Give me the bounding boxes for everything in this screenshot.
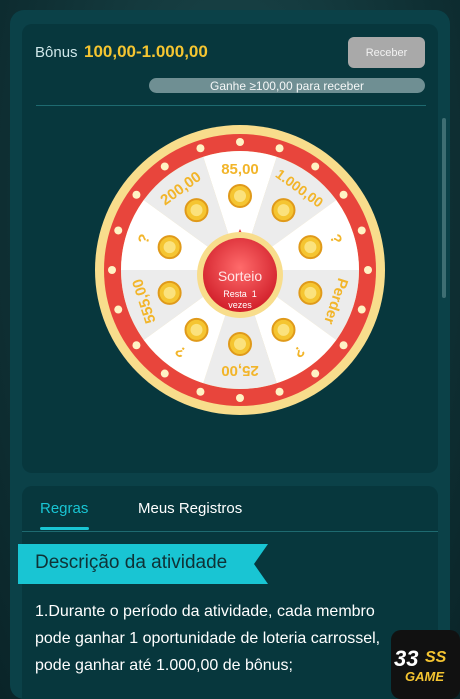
tab-rules[interactable]: Regras: [40, 500, 88, 517]
coin-icon-inner: [163, 286, 176, 299]
bonus-range: 100,00-1.000,00: [84, 42, 208, 61]
coin-icon-inner: [277, 204, 290, 217]
bonus-progress-bar: Ganhe ≥100,00 para receber: [149, 78, 425, 93]
description-line: 1.Durante o período da atividade, cada m…: [35, 603, 375, 620]
coin-icon-inner: [304, 241, 317, 254]
rim-bulb: [357, 305, 366, 314]
coin-icon-inner: [190, 204, 203, 217]
rim-bulb: [132, 190, 141, 199]
activity-description: 1.Durante o período da atividade, cada m…: [35, 598, 405, 679]
spin-button-remaining: Resta 1: [223, 289, 257, 299]
coin-icon-inner: [234, 190, 246, 202]
rim-bulb: [132, 341, 141, 350]
rim-bulb: [196, 387, 205, 396]
header-divider: [36, 105, 426, 106]
active-tab-indicator: [40, 527, 89, 530]
description-line: pode ganhar 1 oportunidade de loteria ca…: [35, 630, 381, 647]
rim-bulb: [311, 369, 320, 378]
coin-icon-inner: [234, 338, 246, 350]
coin-icon-inner: [304, 286, 317, 299]
rim-bulb: [236, 138, 244, 146]
tab-my-records[interactable]: Meus Registros: [138, 500, 242, 517]
rim-bulb: [364, 266, 372, 274]
rim-bulb: [275, 144, 284, 153]
spin-button-times: vezes: [228, 300, 252, 310]
rim-bulb: [196, 144, 205, 153]
coin-icon-inner: [163, 241, 176, 254]
rim-bulb: [114, 226, 123, 235]
spin-button-title: Sorteio: [218, 268, 263, 284]
rim-bulb: [311, 162, 320, 171]
wheel-segment-label: 85,00: [221, 161, 259, 178]
receive-button[interactable]: Receber: [348, 37, 425, 68]
section-title: Descrição da atividade: [35, 552, 228, 573]
coin-icon-inner: [277, 323, 290, 336]
rim-bulb: [108, 266, 116, 274]
rim-bulb: [114, 305, 123, 314]
logo-letters: SS: [425, 649, 447, 666]
rim-bulb: [339, 190, 348, 199]
prize-wheel: 85,00 1.000,00?Perder?25,00?555,00?200,00…: [95, 125, 385, 415]
wheel-segment-label: 25,00: [221, 362, 259, 379]
description-line: pode ganhar até 1.000,00 de bônus;: [35, 657, 293, 674]
rim-bulb: [160, 162, 169, 171]
rim-bulb: [339, 341, 348, 350]
coin-icon-inner: [190, 323, 203, 336]
rim-bulb: [160, 369, 169, 378]
progress-text: Ganhe ≥100,00 para receber: [209, 78, 365, 93]
tabs-divider: [22, 531, 438, 532]
rim-bulb: [357, 226, 366, 235]
logo-word: GAME: [405, 669, 444, 684]
bonus-label: Bônus: [35, 44, 78, 61]
panel-scrollbar[interactable]: [442, 118, 446, 298]
rim-bulb: [236, 394, 244, 402]
rim-bulb: [275, 387, 284, 396]
